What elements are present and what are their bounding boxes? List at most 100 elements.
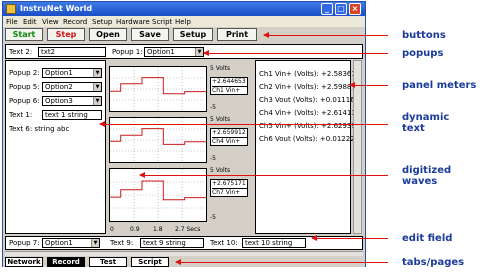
arrow-buttons — [263, 32, 388, 38]
popup1-value: Option1 — [147, 48, 175, 56]
annotation-digitized-waves: digitized waves — [402, 165, 452, 187]
popup7-value: Option1 — [45, 239, 73, 247]
waveform-chart-1[interactable] — [109, 66, 207, 112]
popup6-select[interactable]: Option3 ▼ — [42, 96, 102, 106]
arrow-edit-field — [311, 235, 388, 241]
maximize-button[interactable]: □ — [335, 3, 347, 15]
popup5-value: Option2 — [45, 83, 73, 91]
readout-channel-2: Ch4 Vin+ — [212, 137, 247, 146]
popup2-value: Option1 — [45, 69, 73, 77]
left-panel: Popup 2: Option1 ▼ Popup 5: Option2 ▼ Popu… — [5, 60, 106, 234]
tab-network[interactable]: Network — [5, 257, 43, 267]
tab-script[interactable]: Script — [131, 257, 169, 267]
panel-meters: Ch1 Vin+ (Volts): +2.583618 Ch2 Vin+ (Vo… — [255, 60, 360, 234]
waveform-chart-3[interactable] — [109, 168, 207, 222]
x-tick-3: 2.7 Secs — [175, 226, 201, 233]
text10-field[interactable]: text 10 string — [242, 238, 306, 248]
annotation-panel-meters: panel meters — [402, 80, 477, 91]
top-row-panel: Text 2: txt2 Popup 1: Option1 ▼ — [5, 44, 363, 59]
meter-ch4: Ch4 Vin+ (Volts): +2.614136 — [259, 109, 361, 117]
y-min-label-3: -5 — [210, 214, 216, 221]
annotation-edit-field: edit field — [402, 233, 453, 244]
menu-script[interactable]: Script — [152, 18, 172, 26]
x-tick-1: 0.9 — [130, 226, 140, 233]
popup1-select[interactable]: Option1 ▼ — [144, 47, 204, 57]
popup6-value: Option3 — [45, 97, 73, 105]
channel-readout-3: +2.675171 Ch7 Vin+ — [210, 179, 248, 197]
minimize-button[interactable]: _ — [321, 3, 333, 15]
title-bar: InstruNet World _ □ × — [3, 2, 365, 16]
chevron-down-icon: ▼ — [93, 69, 101, 77]
open-button[interactable]: Open — [89, 28, 127, 41]
arrow-dynamic-text — [99, 121, 388, 127]
y-max-label-3: 5 Volts — [210, 167, 231, 174]
arrow-panel-meters — [349, 82, 388, 88]
start-button[interactable]: Start — [5, 28, 43, 41]
menu-setup[interactable]: Setup — [92, 18, 112, 26]
readout-value-3: +2.675171 — [212, 180, 246, 187]
meter-ch2: Ch2 Vin+ (Volts): +2.598877 — [259, 83, 361, 91]
close-button[interactable]: × — [349, 3, 361, 15]
meter-ch6: Ch6 Vout (Volts): +0.012223 — [259, 135, 360, 143]
popup2-label: Popup 2: — [9, 69, 40, 77]
text9-label: Text 9: — [110, 239, 134, 247]
readout-value-1: +2.644653 — [212, 78, 246, 85]
meter-ch3: Ch3 Vout (Volts): +0.011165 — [259, 96, 360, 104]
menu-hardware[interactable]: Hardware — [116, 18, 150, 26]
menu-edit[interactable]: Edit — [23, 18, 37, 26]
text9-field[interactable]: text 9 string — [140, 238, 204, 248]
readout-value-2: +2.659912 — [212, 129, 246, 136]
annotation-popups: popups — [402, 48, 444, 59]
app-icon — [6, 4, 16, 14]
waveform-svg-3 — [110, 169, 206, 221]
popup2-select[interactable]: Option1 ▼ — [42, 68, 102, 78]
dynamic-text-6: Text 6: string abc — [9, 125, 70, 133]
menu-view[interactable]: View — [42, 18, 59, 26]
readout-channel-1: Ch1 Vin+ — [212, 86, 247, 95]
setup-button[interactable]: Setup — [173, 28, 213, 41]
arrow-tabs-pages — [175, 259, 388, 265]
chevron-down-icon: ▼ — [195, 48, 203, 56]
chevron-down-icon: ▼ — [91, 239, 99, 247]
text1-field[interactable]: text 1 string — [42, 110, 102, 120]
menu-help[interactable]: Help — [175, 18, 191, 26]
menu-record[interactable]: Record — [63, 18, 87, 26]
popup7-label: Popup 7: — [9, 239, 40, 247]
bottom-row-panel: Popup 7: Option1 ▼ Text 9: text 9 string … — [5, 236, 363, 250]
y-min-label-2: -5 — [210, 155, 216, 162]
readout-channel-3: Ch7 Vin+ — [212, 188, 247, 197]
popup6-label: Popup 6: — [9, 97, 40, 105]
arrow-digitized-waves — [139, 172, 388, 178]
print-button[interactable]: Print — [217, 28, 257, 41]
channel-readout-2: +2.659912 Ch4 Vin+ — [210, 128, 248, 146]
save-button[interactable]: Save — [131, 28, 169, 41]
text1-label: Text 1: — [9, 111, 33, 119]
menu-bar: File Edit View Record Setup Hardware Scr… — [3, 16, 365, 27]
y-max-label-1: 5 Volts — [210, 65, 231, 72]
popup1-label: Popup 1: — [112, 48, 143, 56]
annotation-dynamic-text: dynamic text — [402, 112, 450, 134]
chevron-down-icon: ▼ — [93, 97, 101, 105]
window-title: InstruNet World — [20, 4, 93, 13]
x-tick-2: 1.8 — [153, 226, 163, 233]
x-tick-0: 0 — [110, 226, 114, 233]
y-min-label-1: -5 — [210, 104, 216, 111]
horizontal-scrollbar[interactable] — [5, 251, 363, 256]
menu-file[interactable]: File — [6, 18, 18, 26]
annotation-buttons: buttons — [402, 30, 446, 41]
tab-record[interactable]: Record — [47, 257, 85, 267]
tab-test[interactable]: Test — [89, 257, 127, 267]
y-max-label-2: 5 Volts — [210, 116, 231, 123]
chevron-down-icon: ▼ — [93, 83, 101, 91]
annotation-tabs-pages: tabs/pages — [402, 257, 465, 268]
app-window: InstruNet World _ □ × File Edit View Rec… — [2, 1, 366, 267]
step-button[interactable]: Step — [47, 28, 85, 41]
arrow-popups — [203, 50, 388, 56]
channel-readout-1: +2.644653 Ch1 Vin+ — [210, 77, 248, 95]
text10-label: Text 10: — [210, 239, 238, 247]
meter-ch1: Ch1 Vin+ (Volts): +2.583618 — [259, 70, 361, 78]
text2-field[interactable]: txt2 — [38, 47, 106, 57]
popup5-select[interactable]: Option2 ▼ — [42, 82, 102, 92]
popup7-select[interactable]: Option1 ▼ — [42, 238, 100, 248]
waveform-svg-1 — [110, 67, 206, 111]
